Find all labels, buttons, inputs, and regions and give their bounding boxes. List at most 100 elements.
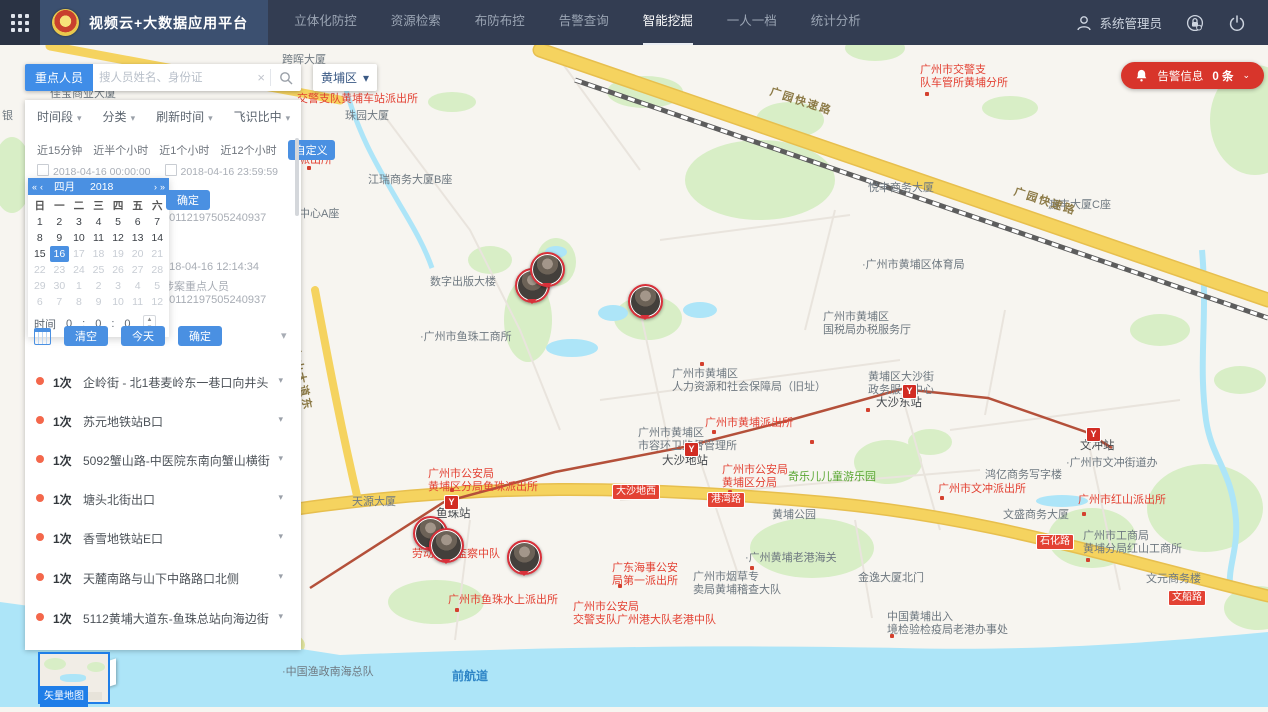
chevron-down-icon[interactable]: ▾: [278, 415, 283, 424]
metro-station-icon[interactable]: Y: [902, 384, 917, 399]
calendar-date[interactable]: 14: [147, 230, 167, 246]
chevron-down-icon[interactable]: ▾: [278, 572, 283, 581]
calendar-date[interactable]: 23: [50, 262, 70, 278]
calendar-date[interactable]: 11: [89, 230, 109, 246]
calendar-date[interactable]: 25: [89, 262, 109, 278]
next-month-button[interactable]: ›: [154, 182, 157, 192]
calendar-date[interactable]: 12: [108, 230, 128, 246]
calendar-date[interactable]: 29: [30, 278, 50, 294]
metro-station-icon[interactable]: Y: [444, 495, 459, 510]
capture-count: 1次: [53, 452, 72, 469]
picker-confirm-button[interactable]: 确定: [166, 190, 210, 210]
calendar-date[interactable]: 9: [50, 230, 70, 246]
calendar-date[interactable]: 4: [128, 278, 148, 294]
clear-button[interactable]: 清空: [64, 326, 108, 346]
capture-dot-icon: [36, 573, 44, 581]
calendar-date[interactable]: 28: [147, 262, 167, 278]
user-menu[interactable]: 系统管理员: [1075, 13, 1162, 32]
person-capture-marker[interactable]: [507, 540, 542, 575]
search-button[interactable]: [271, 64, 301, 91]
panel-scrollbar[interactable]: [295, 138, 299, 216]
calendar-date[interactable]: 2: [89, 278, 109, 294]
calendar-date[interactable]: 19: [108, 246, 128, 262]
chevron-down-icon[interactable]: ▾: [278, 376, 283, 385]
calendar-date[interactable]: 18: [89, 246, 109, 262]
calendar-date[interactable]: 10: [69, 230, 89, 246]
chevron-down-icon[interactable]: ▾: [278, 612, 283, 621]
clear-search-icon[interactable]: ×: [252, 70, 270, 85]
list-item[interactable]: 1次天麓南路与山下中路路口北侧▾: [25, 568, 301, 588]
calendar-date[interactable]: 16: [50, 246, 70, 262]
calendar-date[interactable]: 30: [50, 278, 70, 294]
calendar-date[interactable]: 24: [69, 262, 89, 278]
calendar-date[interactable]: 20: [128, 246, 148, 262]
calendar-date[interactable]: 15: [30, 246, 50, 262]
calendar-date[interactable]: 11: [128, 294, 148, 310]
alert-info-pill[interactable]: 告警信息 0 条 ⌄: [1121, 62, 1264, 89]
calendar-date[interactable]: 8: [69, 294, 89, 310]
calendar-date[interactable]: 1: [69, 278, 89, 294]
list-item[interactable]: 1次塘头北街出口▾: [25, 489, 301, 509]
calendar-date[interactable]: 8: [30, 230, 50, 246]
calendar-date[interactable]: 10: [108, 294, 128, 310]
district-dropdown[interactable]: 黄埔区 ▾: [313, 64, 377, 91]
spin-up-icon[interactable]: ▲: [144, 316, 156, 324]
metro-station-icon[interactable]: Y: [684, 442, 699, 457]
menu-item-2[interactable]: 资源检索: [391, 0, 441, 45]
prev-year-button[interactable]: «: [32, 182, 37, 192]
menu-item-4[interactable]: 告警查询: [559, 0, 609, 45]
confirm-button[interactable]: 确定: [178, 326, 222, 346]
app-grid-button[interactable]: [0, 0, 40, 45]
calendar-date[interactable]: 2: [50, 214, 70, 230]
security-lock-icon[interactable]: [1186, 14, 1204, 32]
metro-station-icon[interactable]: Y: [1086, 427, 1101, 442]
today-button[interactable]: 今天: [121, 326, 165, 346]
list-item[interactable]: 1次苏元地铁站B口▾: [25, 411, 301, 431]
calendar-date[interactable]: 7: [50, 294, 70, 310]
search-category-tab[interactable]: 重点人员: [25, 64, 93, 91]
user-icon: [1075, 14, 1093, 32]
calendar-date[interactable]: 7: [147, 214, 167, 230]
person-capture-marker[interactable]: [628, 284, 663, 319]
power-icon[interactable]: [1228, 14, 1246, 32]
calendar-date[interactable]: 4: [89, 214, 109, 230]
calendar-year[interactable]: 2018: [90, 181, 151, 193]
calendar-date[interactable]: 1: [30, 214, 50, 230]
menu-item-7[interactable]: 统计分析: [811, 0, 861, 45]
menu-item-1[interactable]: 立体化防控: [294, 0, 357, 45]
menu-item-5[interactable]: 智能挖掘: [643, 0, 693, 45]
calendar-date[interactable]: 9: [89, 294, 109, 310]
calendar-date[interactable]: 12: [147, 294, 167, 310]
map-type-label[interactable]: 矢量地图: [40, 686, 88, 707]
list-item[interactable]: 1次企岭街 - 北1巷麦岭东一巷口向井头▾: [25, 372, 301, 392]
calendar-toggle-icon[interactable]: [34, 328, 51, 345]
calendar-date[interactable]: 6: [30, 294, 50, 310]
search-input[interactable]: [93, 64, 252, 91]
menu-item-6[interactable]: 一人一档: [727, 0, 777, 45]
menu-item-3[interactable]: 布防布控: [475, 0, 525, 45]
list-item[interactable]: 1次香雪地铁站E口▾: [25, 528, 301, 548]
calendar-date[interactable]: 26: [108, 262, 128, 278]
calendar-date[interactable]: 5: [147, 278, 167, 294]
calendar-date[interactable]: 3: [69, 214, 89, 230]
calendar-month[interactable]: 四月: [54, 179, 75, 194]
person-capture-marker[interactable]: [530, 252, 565, 287]
prev-month-button[interactable]: ‹: [40, 182, 43, 192]
calendar-date[interactable]: 17: [69, 246, 89, 262]
chevron-down-icon[interactable]: ▾: [278, 454, 283, 463]
chevron-down-icon[interactable]: ▾: [278, 493, 283, 502]
list-item[interactable]: 1次5092蟹山路-中医院东南向蟹山横街▾: [25, 450, 301, 470]
calendar-date[interactable]: 3: [108, 278, 128, 294]
calendar-date[interactable]: 27: [128, 262, 148, 278]
map-label: 数字出版大楼: [430, 276, 496, 289]
calendar-date[interactable]: 5: [108, 214, 128, 230]
next-year-button[interactable]: »: [160, 182, 165, 192]
calendar-date[interactable]: 21: [147, 246, 167, 262]
calendar-date[interactable]: 13: [128, 230, 148, 246]
calendar-date[interactable]: 6: [128, 214, 148, 230]
calendar-date[interactable]: 22: [30, 262, 50, 278]
chevron-down-icon[interactable]: ▾: [278, 532, 283, 541]
chevron-down-icon[interactable]: ⌄: [1242, 71, 1250, 80]
list-item[interactable]: 1次5112黄埔大道东-鱼珠总站向海边街（全）▾: [25, 608, 301, 628]
person-capture-marker[interactable]: [429, 528, 464, 563]
